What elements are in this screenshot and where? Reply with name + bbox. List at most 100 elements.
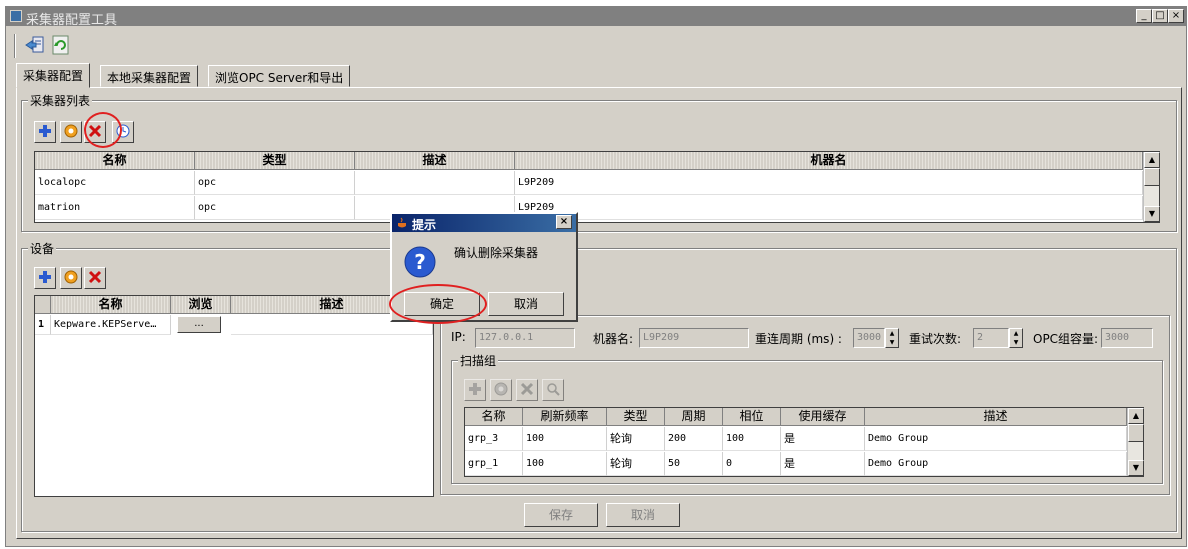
close-button[interactable]: × [1168,9,1184,23]
scroll-up-button[interactable]: ▲ [1144,152,1160,168]
delete-icon [520,382,534,399]
scroll-down-button[interactable]: ▼ [1128,460,1144,476]
dialog-message: 确认删除采集器 [454,246,539,260]
delete-scan-group-button[interactable] [516,379,538,401]
cell-type: 轮询 [607,452,665,476]
cell-machine: L9P209 [515,171,1143,195]
scroll-thumb[interactable] [1128,424,1144,442]
retry-count-label: 重试次数: [909,332,962,346]
cell-name: Kepware.KEPServe… [51,315,171,335]
collector-list-group: 采集器列表 名称 类型 描述 机器名 localopc opc L9P209 m… [21,92,1177,232]
cell-period: 200 [665,427,723,451]
tab-panel: 采集器列表 名称 类型 描述 机器名 localopc opc L9P209 m… [16,87,1182,539]
cell-name: grp_3 [465,427,523,451]
search-icon [546,382,560,399]
reconnect-period-stepper[interactable]: ▲ ▼ [885,328,899,348]
window-title: 采集器配置工具 [26,13,118,28]
ip-field[interactable]: 127.0.0.1 [475,328,575,348]
cell-refresh-rate: 100 [523,452,607,476]
cell-machine: L9P209 [515,196,1143,220]
machine-name-field[interactable]: L9P209 [639,328,749,348]
cell-name: localopc [35,171,195,195]
col-header-period[interactable]: 周期 [665,408,723,426]
scan-group-panel: 扫描组 名称 刷新频率 类型 周期 相位 使用缓存 描述 grp_3 100 轮… [451,352,1163,484]
maximize-button[interactable]: □ [1152,9,1168,23]
cell-type: opc [195,171,355,195]
refresh-icon[interactable] [50,34,72,56]
col-header-desc[interactable]: 描述 [355,152,515,170]
tab-browse-opc-server[interactable]: 浏览OPC Server和导出 [208,65,351,87]
scroll-down-button[interactable]: ▼ [1144,206,1160,222]
add-scan-group-button[interactable] [464,379,486,401]
col-header-index [35,296,51,314]
dialog-title-bar[interactable]: 提示 × [392,214,576,232]
java-icon [395,216,409,233]
scroll-thumb[interactable] [1144,168,1160,186]
cancel-button[interactable]: 取消 [606,503,680,527]
minimize-button[interactable]: _ [1136,9,1152,23]
add-device-button[interactable] [34,267,56,289]
col-header-name[interactable]: 名称 [51,296,171,314]
scan-group-label: 扫描组 [458,352,499,369]
scan-group-table: 名称 刷新频率 类型 周期 相位 使用缓存 描述 grp_3 100 轮询 20… [464,407,1144,477]
reconnect-period-field[interactable]: 3000 [853,328,885,348]
dialog-close-button[interactable]: × [556,215,572,229]
tab-collector-config[interactable]: 采集器配置 [16,63,91,88]
cell-desc: Demo Group [865,427,1127,451]
col-header-type[interactable]: 类型 [195,152,355,170]
add-icon [468,382,482,399]
device-group: 设备 名称 浏览 描述 1 Kepware.KEPServe… ... IP: … [21,240,1177,532]
search-scan-group-button[interactable] [542,379,564,401]
edit-scan-group-button[interactable] [490,379,512,401]
delete-device-button[interactable] [84,267,106,289]
ip-label: IP: [451,330,466,344]
col-header-name[interactable]: 名称 [35,152,195,170]
gear-icon [494,382,508,399]
question-icon: ? [404,246,436,281]
machine-name-label: 机器名: [593,332,634,346]
col-header-type[interactable]: 类型 [607,408,665,426]
col-header-refresh-rate[interactable]: 刷新频率 [523,408,607,426]
reconnect-period-label: 重连周期 (ms) : [755,332,842,346]
scan-group-scrollbar[interactable]: ▲ ▼ [1127,408,1144,476]
save-button[interactable]: 保存 [524,503,598,527]
row-index: 1 [35,315,51,335]
col-header-browse[interactable]: 浏览 [171,296,231,314]
dialog-title: 提示 [412,218,437,232]
collector-scrollbar[interactable]: ▲ ▼ [1143,152,1160,222]
edit-collector-button[interactable] [60,121,82,143]
edit-device-button[interactable] [60,267,82,289]
cell-name: matrion [35,196,195,220]
opc-group-capacity-label: OPC组容量: [1033,332,1099,346]
device-label: 设备 [28,240,57,257]
scroll-up-button[interactable]: ▲ [1128,408,1144,424]
gear-icon [64,270,78,287]
opc-group-capacity-field[interactable]: 3000 [1101,328,1153,348]
cell-use-cache: 是 [781,452,865,476]
col-header-machine[interactable]: 机器名 [515,152,1143,170]
cell-use-cache: 是 [781,427,865,451]
collector-list-label: 采集器列表 [28,92,93,109]
col-header-phase[interactable]: 相位 [723,408,781,426]
device-detail-panel: IP: 127.0.0.1 机器名: L9P209 重连周期 (ms) : 30… [440,315,1170,495]
col-header-name[interactable]: 名称 [465,408,523,426]
toolbar-grip [14,34,16,58]
browse-button[interactable]: ... [177,316,221,333]
cell-phase: 100 [723,427,781,451]
col-header-use-cache[interactable]: 使用缓存 [781,408,865,426]
delete-icon [88,270,102,287]
retry-count-stepper[interactable]: ▲ ▼ [1009,328,1023,348]
tab-local-collector-config[interactable]: 本地采集器配置 [100,65,199,87]
add-collector-button[interactable] [34,121,56,143]
col-header-desc[interactable]: 描述 [865,408,1127,426]
export-icon[interactable] [24,34,46,56]
cell-desc: Demo Group [865,452,1127,476]
cell-type: 轮询 [607,427,665,451]
retry-count-field[interactable]: 2 [973,328,1009,348]
add-icon [38,124,52,141]
confirm-cancel-button[interactable]: 取消 [488,292,564,316]
cell-phase: 0 [723,452,781,476]
title-bar[interactable]: 采集器配置工具 _ □ × [6,7,1186,28]
collector-table: 名称 类型 描述 机器名 localopc opc L9P209 matrion… [34,151,1160,223]
cell-name: grp_1 [465,452,523,476]
